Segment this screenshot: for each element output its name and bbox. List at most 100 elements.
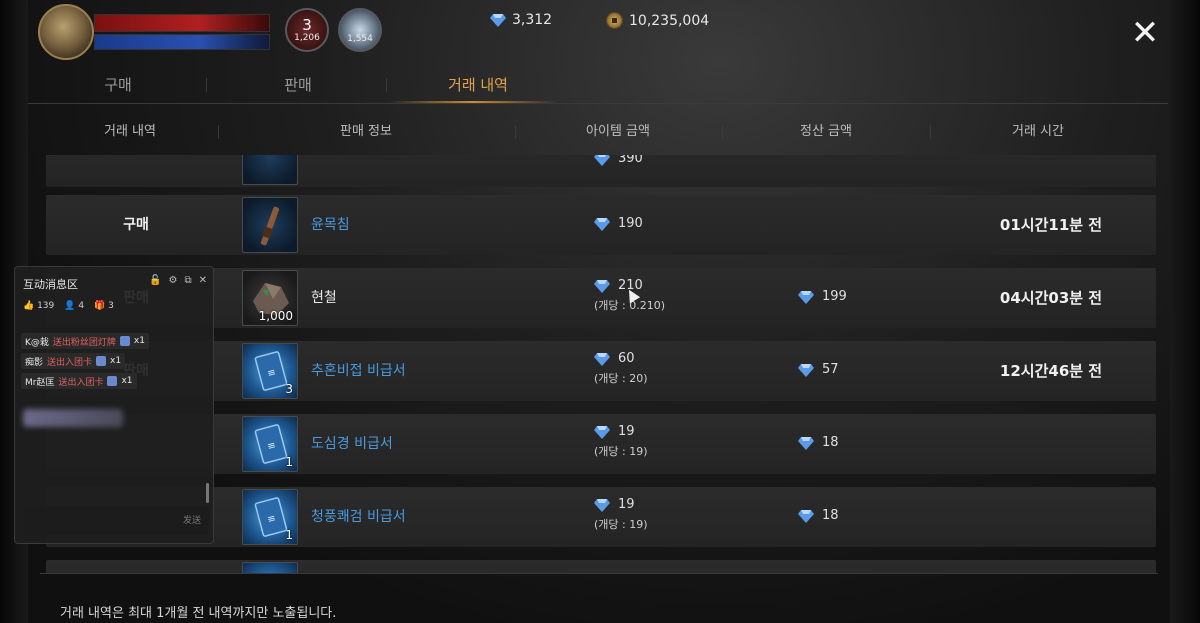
window-icon[interactable]: ⧉ [184,275,191,286]
diamond-icon [798,436,814,450]
settlement-amount: 18 [798,435,839,450]
item-quantity: 3 [285,382,293,396]
header-divider [722,125,723,139]
diamond-icon [798,509,814,523]
item-price-value: 190 [618,216,643,231]
chat-line: K@栽 送出粉丝团灯牌 x1 [21,333,149,349]
tab-divider [386,78,387,92]
gear-icon[interactable]: ⚙ [169,275,178,286]
chat-overlay[interactable]: 互动消息区 🔓 ⚙ ⧉ ✕ 👍 139 👤 4 🎁 3 K@栽 送出粉丝团灯牌 … [14,266,214,544]
history-retention-note: 거래 내역은 최대 1개월 전 내역까지만 노출됩니다. [60,606,337,621]
potion-count: 3 [302,16,312,34]
column-header-time: 거래 시간 [1012,124,1064,139]
diamond-icon [798,290,814,304]
card-icon [96,356,107,366]
item-name[interactable]: 윤목침 [311,195,350,255]
close-button[interactable]: ✕ [1128,16,1162,50]
item-price: 390 [594,155,643,166]
settlement-value: 18 [822,508,839,523]
unit-price: (개당 : 19) [594,518,648,531]
chat-line: 痴影 送出入团卡 x1 [21,353,126,369]
potion-sub-count: 1,206 [294,33,320,43]
unit-price: (개당 : 19) [594,445,648,458]
settlement-amount: 18 [798,508,839,523]
item-thumbnail: ≡ 1 [242,489,298,545]
trade-type: 구매 [123,217,149,233]
diamond-icon [798,363,814,377]
settlement-amount: 57 [798,362,839,377]
column-header-settlement: 정산 금액 [800,124,852,139]
tab-history[interactable]: 거래 내역 [388,66,568,104]
item-thumbnail [242,155,298,185]
gold-balance: 10,235,004 [606,12,709,29]
bowl-sub-count: 1,554 [347,34,373,44]
item-price: 19 (개당 : 19) [594,497,648,532]
item-price: 60 (개당 : 20) [594,351,648,386]
diamond-icon [490,14,506,27]
diamond-icon [594,352,610,366]
blurred-user-entry [23,409,123,427]
gifts-count: 🎁 3 [94,301,114,311]
settlement-amount: 199 [798,289,847,304]
settlement-value: 199 [822,289,847,304]
item-price-value: 19 [618,424,635,439]
item-price: 190 [594,216,643,231]
trade-time: 01시간11분 전 [999,216,1103,234]
item-price-value: 390 [618,155,643,166]
header-divider [930,125,931,139]
table-row[interactable]: 390 [46,155,1156,187]
settlement-value: 18 [822,435,839,450]
item-price: 19 (개당 : 19) [594,424,648,459]
item-quantity: 1 [285,455,293,469]
health-bar [94,14,270,32]
item-name[interactable]: 청풍쾌검 비급서 [311,487,406,547]
card-icon [107,376,118,386]
tab-divider [206,78,207,92]
overlay-stats: 👍 139 👤 4 🎁 3 [23,301,114,311]
header-divider [515,125,516,139]
gift-icon [119,336,130,346]
mana-bar [94,34,270,50]
item-price-value: 19 [618,497,635,512]
diamond-balance: 3,312 [490,12,552,28]
tab-buy[interactable]: 구매 [28,66,208,104]
item-name[interactable]: 도심경 비급서 [311,414,393,474]
column-header-info: 판매 정보 [340,124,392,139]
trade-time: 04시간03분 전 [999,289,1103,307]
tab-bar: 구매 판매 거래 내역 [28,66,1168,104]
chat-line: Mr赵匡 送出入团卡 x1 [21,373,137,389]
diamond-icon [594,217,610,231]
footer-divider [40,573,1158,574]
item-thumbnail [242,562,298,573]
needle-icon [260,206,280,246]
tabs-divider-line [28,103,1168,104]
bowl-slot[interactable]: 1,554 [338,8,382,52]
tab-sell[interactable]: 판매 [208,66,388,104]
column-header-type: 거래 내역 [104,124,156,139]
likes-count: 👍 139 [23,301,55,311]
overlay-scrollbar[interactable] [206,483,209,503]
player-avatar[interactable] [38,4,94,60]
diamond-icon [594,155,610,166]
gold-amount: 10,235,004 [629,12,710,29]
chat-input[interactable]: 发送 [23,507,209,535]
send-button[interactable]: 发送 [183,513,201,526]
right-edge-shade [1170,0,1200,623]
potion-slot[interactable]: 3 1,206 [285,8,329,52]
close-icon[interactable]: ✕ [199,275,207,286]
item-name[interactable]: 추혼비접 비급서 [311,341,406,401]
gold-coin-icon [606,12,623,29]
unit-price: (개당 : 20) [594,372,648,385]
table-row[interactable]: 구매 윤목침 190 01시간11분 전 [46,195,1156,255]
item-price-value: 60 [618,351,635,366]
item-thumbnail: ≡ 1 [242,416,298,472]
item-thumbnail [242,197,298,253]
item-thumbnail: 1,000 [242,270,298,326]
diamond-icon [594,279,610,293]
settlement-value: 57 [822,362,839,377]
lock-icon[interactable]: 🔓 [149,275,161,286]
item-name[interactable]: 현철 [311,268,337,328]
table-row[interactable] [46,560,1156,573]
overlay-controls: 🔓 ⚙ ⧉ ✕ [149,275,207,286]
trade-time: 12시간46분 전 [999,362,1103,380]
